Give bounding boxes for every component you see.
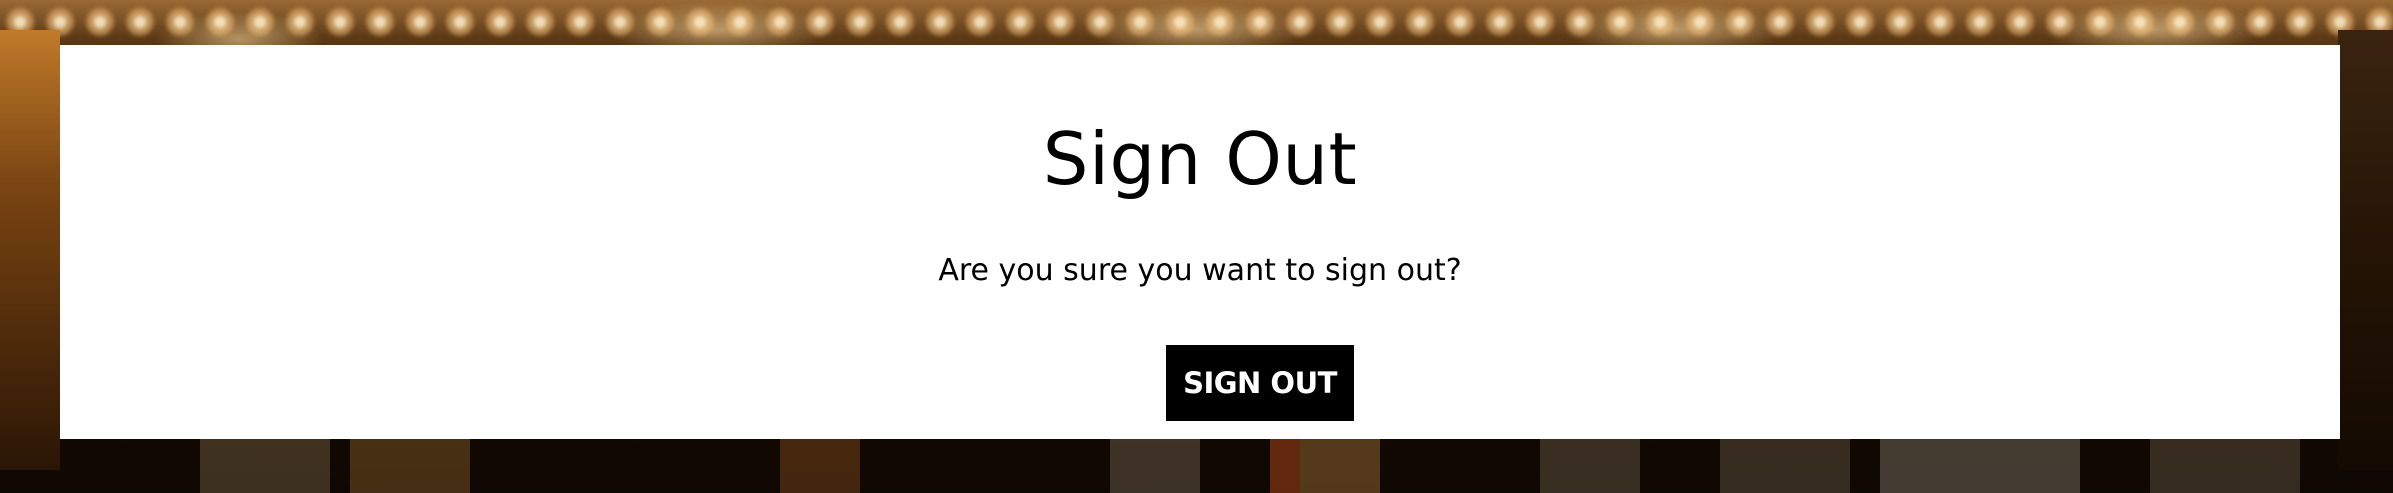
signout-confirmation-text: Are you sure you want to sign out?	[938, 253, 1462, 288]
string-lights	[0, 4, 2393, 40]
background-shadow-right	[2338, 30, 2393, 470]
bottle-shelf	[0, 433, 2393, 493]
signout-card: Sign Out Are you sure you want to sign o…	[60, 45, 2340, 439]
page-title: Sign Out	[1042, 117, 1358, 201]
sign-out-button[interactable]: SIGN OUT	[1166, 345, 1354, 421]
background-glow-left	[0, 30, 60, 470]
